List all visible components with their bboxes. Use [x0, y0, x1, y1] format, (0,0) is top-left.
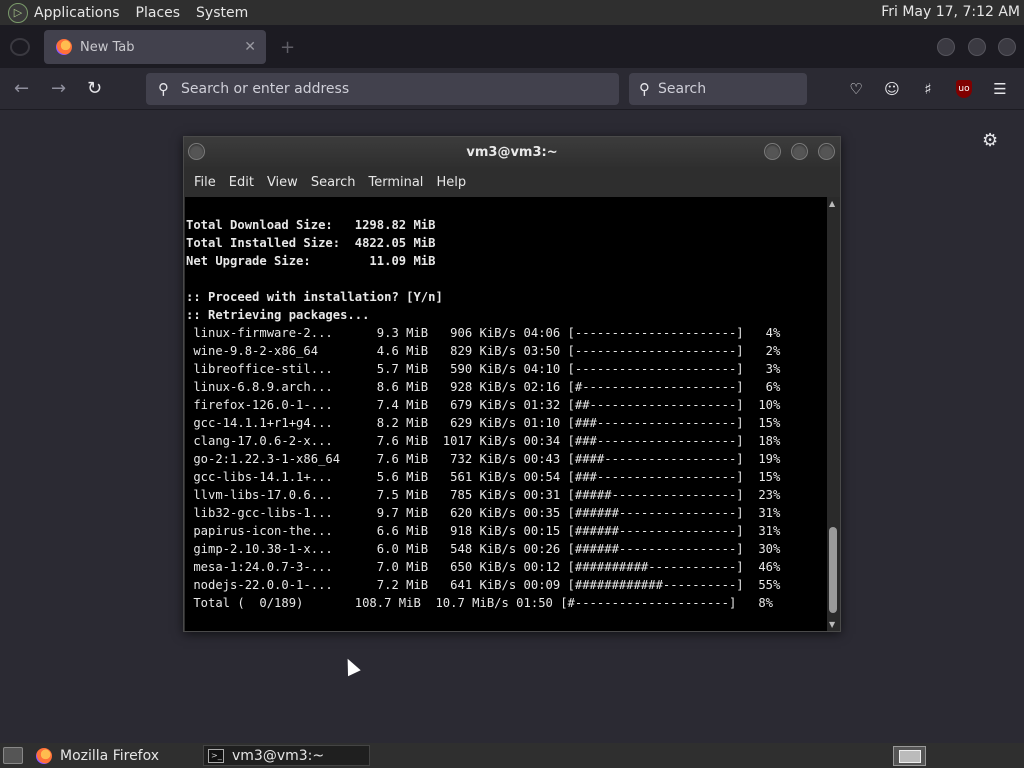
- search-bar[interactable]: ⚲ Search: [629, 73, 807, 105]
- firefox-icon: [36, 747, 52, 764]
- prompt-line: :: Retrieving packages...: [186, 308, 370, 322]
- download-row: clang-17.0.6-2-x... 7.6 MiB 1017 KiB/s 0…: [186, 434, 781, 448]
- menu-help[interactable]: Help: [436, 175, 466, 190]
- menu-view[interactable]: View: [267, 175, 298, 190]
- new-tab-icon[interactable]: +: [280, 37, 295, 58]
- applications-menu[interactable]: Applications: [34, 5, 120, 21]
- pocket-icon[interactable]: ♡: [845, 78, 867, 100]
- firefox-navbar: ← → ↻ ⚲ Search or enter address ⚲ Search…: [0, 68, 1024, 110]
- task-label: Mozilla Firefox: [60, 747, 160, 764]
- download-row: gimp-2.10.38-1-x... 6.0 MiB 548 KiB/s 00…: [186, 542, 781, 556]
- distro-logo-icon[interactable]: ▷: [8, 2, 28, 23]
- summary-line: Net Upgrade Size: 11.09 MiB: [186, 254, 436, 268]
- system-menu[interactable]: System: [196, 5, 248, 21]
- clock[interactable]: Fri May 17, 7:12 AM: [881, 4, 1020, 20]
- minimize-button[interactable]: [764, 143, 781, 160]
- tab-title: New Tab: [80, 39, 135, 55]
- download-row: libreoffice-stil... 5.7 MiB 590 KiB/s 04…: [186, 362, 781, 376]
- account-icon[interactable]: ☺: [881, 78, 903, 100]
- workspace-switcher[interactable]: [893, 746, 926, 766]
- download-row: gcc-14.1.1+r1+g4... 8.2 MiB 629 KiB/s 01…: [186, 416, 781, 430]
- close-tab-icon[interactable]: ✕: [244, 39, 256, 55]
- download-row: llvm-libs-17.0.6... 7.5 MiB 785 KiB/s 00…: [186, 488, 781, 502]
- terminal-icon: >_: [208, 748, 224, 763]
- scrollbar-thumb[interactable]: [829, 527, 837, 613]
- menu-file[interactable]: File: [194, 175, 216, 190]
- download-row: Total ( 0/189) 108.7 MiB 10.7 MiB/s 01:5…: [186, 596, 773, 610]
- search-icon: ⚲: [158, 80, 169, 98]
- prompt-line: :: Proceed with installation? [Y/n]: [186, 290, 443, 304]
- menu-edit[interactable]: Edit: [229, 175, 254, 190]
- search-icon: ⚲: [639, 80, 650, 98]
- ublock-origin-icon[interactable]: uo: [956, 80, 972, 98]
- download-row: go-2:1.22.3-1-x86_64 7.6 MiB 732 KiB/s 0…: [186, 452, 781, 466]
- maximize-button[interactable]: [791, 143, 808, 160]
- gear-icon[interactable]: ⚙: [982, 130, 998, 151]
- scroll-up-icon[interactable]: ▲: [829, 199, 835, 208]
- scroll-down-icon[interactable]: ▼: [829, 620, 835, 629]
- places-menu[interactable]: Places: [136, 5, 181, 21]
- tab-new-tab[interactable]: New Tab ✕: [44, 30, 266, 64]
- summary-line: Total Download Size: 1298.82 MiB: [186, 218, 436, 232]
- maximize-window-button[interactable]: [968, 38, 986, 56]
- terminal-title: vm3@vm3:~: [466, 145, 558, 160]
- panel-menu: ▷ Applications Places System: [0, 0, 264, 25]
- download-list: linux-firmware-2... 9.3 MiB 906 KiB/s 04…: [186, 324, 827, 612]
- top-panel: ▷ Applications Places System Fri May 17,…: [0, 0, 1024, 25]
- firefox-tabbar: New Tab ✕ +: [0, 25, 1024, 68]
- task-label: vm3@vm3:~: [232, 747, 325, 764]
- download-row: nodejs-22.0.0-1-... 7.2 MiB 641 KiB/s 00…: [186, 578, 781, 592]
- download-row: firefox-126.0-1-... 7.4 MiB 679 KiB/s 01…: [186, 398, 781, 412]
- download-row: wine-9.8-2-x86_64 4.6 MiB 829 KiB/s 03:5…: [186, 344, 781, 358]
- terminal-output[interactable]: Total Download Size: 1298.82 MiB Total In…: [185, 197, 827, 631]
- task-terminal[interactable]: >_ vm3@vm3:~: [203, 745, 370, 766]
- search-placeholder[interactable]: Search: [658, 81, 706, 97]
- terminal-titlebar[interactable]: vm3@vm3:~: [184, 137, 840, 167]
- menu-terminal[interactable]: Terminal: [368, 175, 423, 190]
- back-arrow-icon[interactable]: ←: [14, 78, 29, 99]
- show-desktop-icon[interactable]: [3, 747, 23, 764]
- menu-search[interactable]: Search: [311, 175, 356, 190]
- firefox-view-icon[interactable]: [10, 38, 30, 56]
- forward-arrow-icon[interactable]: →: [51, 78, 66, 99]
- extensions-icon[interactable]: ♯: [917, 78, 939, 100]
- url-placeholder[interactable]: Search or enter address: [181, 81, 349, 97]
- download-row: lib32-gcc-libs-1... 9.7 MiB 620 KiB/s 00…: [186, 506, 781, 520]
- download-row: linux-firmware-2... 9.3 MiB 906 KiB/s 04…: [186, 326, 781, 340]
- download-row: papirus-icon-the... 6.6 MiB 918 KiB/s 00…: [186, 524, 781, 538]
- minimize-window-button[interactable]: [937, 38, 955, 56]
- terminal-window[interactable]: vm3@vm3:~ File Edit View Search Terminal…: [183, 136, 841, 632]
- summary-line: Total Installed Size: 4822.05 MiB: [186, 236, 436, 250]
- bottom-taskbar: Mozilla Firefox >_ vm3@vm3:~: [0, 743, 1024, 768]
- terminal-menubar: File Edit View Search Terminal Help: [184, 167, 840, 197]
- firefox-icon: [56, 39, 72, 55]
- workspace-1[interactable]: [899, 750, 921, 763]
- terminal-scrollbar[interactable]: ▲ ▼: [827, 197, 840, 631]
- url-bar[interactable]: ⚲ Search or enter address: [146, 73, 619, 105]
- task-firefox[interactable]: Mozilla Firefox: [36, 745, 196, 766]
- close-button[interactable]: [818, 143, 835, 160]
- download-row: mesa-1:24.0.7-3-... 7.0 MiB 650 KiB/s 00…: [186, 560, 781, 574]
- hamburger-menu-icon[interactable]: ☰: [989, 78, 1011, 100]
- reload-icon[interactable]: ↻: [87, 78, 102, 99]
- close-window-button[interactable]: [998, 38, 1016, 56]
- download-row: gcc-libs-14.1.1+... 5.6 MiB 561 KiB/s 00…: [186, 470, 781, 484]
- download-row: linux-6.8.9.arch... 8.6 MiB 928 KiB/s 02…: [186, 380, 781, 394]
